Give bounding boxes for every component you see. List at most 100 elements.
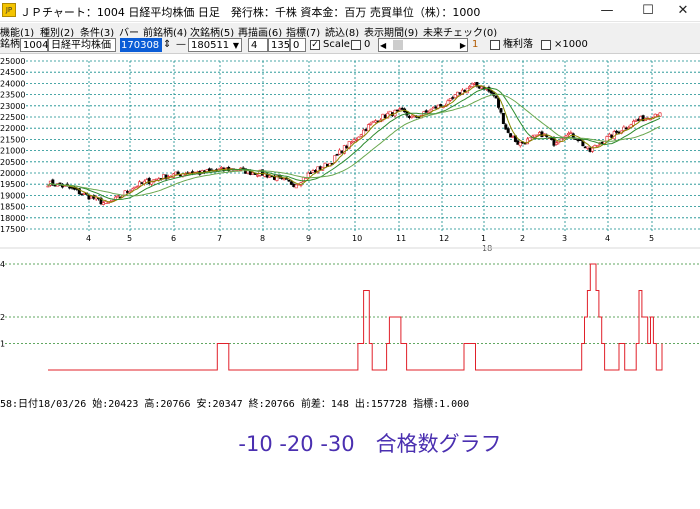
candle-body (453, 94, 457, 98)
window-title: ＪＰチャート：1004 日経平均株価 日足 発行株：千株 資本金：百万 売買単位… (20, 6, 481, 19)
status-line: 58:日付18/03/26 始:20423 高:20766 安:20347 終:… (0, 399, 470, 410)
candle-body (439, 104, 443, 107)
stock-chart[interactable]: 25000 24500 24000 23500 23000 22500 22000 21500… (0, 55, 700, 385)
kenri-checkbox[interactable] (490, 40, 500, 50)
x-tick-label: 9 (306, 234, 311, 243)
close-button[interactable]: ✕ (660, 0, 700, 22)
candle-body (251, 172, 255, 175)
param2-input[interactable]: 1350 (268, 38, 296, 52)
candle-body (388, 110, 392, 115)
candle-body (354, 139, 358, 141)
scale-label: Scale (323, 39, 350, 50)
candle-body (586, 146, 590, 149)
candle-body (477, 86, 481, 89)
candle-body (636, 119, 640, 121)
y-tick-label: 19000 (0, 191, 25, 200)
y-tick-label: 23000 (0, 102, 25, 111)
candle-body (371, 120, 375, 123)
candle-body (256, 174, 260, 177)
period-scrollbar[interactable]: ◀ ▶ (378, 38, 468, 52)
candle-body (509, 133, 513, 138)
candle-body (617, 131, 621, 134)
x-tick-label: 10 (352, 234, 362, 243)
candle-body (516, 140, 520, 145)
x-tick-label: 4 (605, 234, 610, 243)
candle-body (639, 115, 643, 120)
candle-body (345, 145, 349, 149)
y-tick-label: 20000 (0, 169, 25, 178)
candle-body (147, 178, 151, 184)
candle-body (116, 195, 120, 197)
candle-body (335, 154, 339, 156)
param1-input[interactable]: 4 (248, 38, 268, 52)
stock-name-field[interactable]: 日経平均株価 (48, 38, 116, 52)
scroll-right-icon[interactable]: ▶ (460, 39, 466, 52)
y-tick-label: 24000 (0, 79, 25, 88)
x-tick-label: 8 (260, 234, 265, 243)
end-date-select[interactable]: 180511 ▼ (188, 38, 242, 52)
candle-body (80, 193, 84, 196)
candle-body (540, 131, 544, 138)
candle-body (410, 115, 414, 118)
y-tick-label: 22000 (0, 124, 25, 133)
code-label: 銘柄 (0, 39, 20, 50)
app-icon: JP (2, 3, 16, 17)
kenri-label: 権利落 (503, 39, 533, 50)
candle-body (569, 132, 573, 134)
scale-zero-checkbox[interactable] (351, 40, 361, 50)
y-tick-label: 17500 (0, 225, 25, 234)
scroll-left-icon[interactable]: ◀ (380, 39, 386, 52)
candle-body (207, 168, 211, 171)
y-tick-label: 21500 (0, 135, 25, 144)
candle-body (588, 147, 592, 152)
candle-body (46, 185, 50, 188)
x1000-checkbox[interactable] (541, 40, 551, 50)
sub-y-tick-label: 4 (0, 260, 5, 269)
candle-body (140, 182, 144, 184)
candle-body (294, 184, 298, 189)
candle-body (126, 191, 130, 193)
x-tick-label: 5 (649, 234, 654, 243)
candle-body (352, 139, 356, 142)
scale-checkbox[interactable]: ✓ (310, 40, 320, 50)
start-date-spin-icon[interactable]: ⇕ (163, 38, 171, 52)
y-tick-label: 19500 (0, 180, 25, 189)
candle-body (383, 114, 387, 118)
candle-body (624, 127, 628, 130)
minimize-button[interactable]: — (584, 0, 630, 22)
sub-y-tick-label: 1 (0, 340, 5, 349)
y-tick-label: 24500 (0, 68, 25, 77)
candle-body (656, 114, 660, 117)
candle-body (511, 136, 515, 138)
candle-body (340, 151, 344, 153)
candle-body (528, 137, 532, 141)
candle-body (219, 167, 223, 169)
candle-body (564, 135, 568, 138)
candle-body (318, 166, 322, 170)
x-tick-label: 3 (562, 234, 567, 243)
x-tick-label: 7 (217, 234, 222, 243)
candle-body (89, 195, 93, 199)
candle-body (446, 100, 450, 105)
candle-body (583, 146, 587, 149)
candle-body (287, 179, 291, 182)
start-date-input[interactable]: 170308 (120, 38, 162, 52)
chart-caption: -10 -20 -30 合格数グラフ (238, 432, 502, 456)
candle-body (369, 122, 373, 125)
candle-body (104, 201, 108, 204)
candle-body (138, 181, 142, 187)
candle-body (68, 186, 72, 189)
scale-zero-label: 0 (364, 39, 371, 50)
candle-body (550, 138, 554, 140)
candle-body (407, 115, 411, 118)
candle-body (309, 172, 313, 174)
scroll-thumb[interactable] (393, 40, 403, 50)
candle-body (154, 178, 158, 181)
candle-body (400, 107, 404, 110)
candle-body (472, 83, 476, 85)
param3-input[interactable]: 0 (290, 38, 306, 52)
candle-body (135, 186, 139, 188)
candle-body (576, 139, 580, 142)
code-input[interactable]: 1004 (20, 38, 48, 52)
candle-body (622, 126, 626, 131)
